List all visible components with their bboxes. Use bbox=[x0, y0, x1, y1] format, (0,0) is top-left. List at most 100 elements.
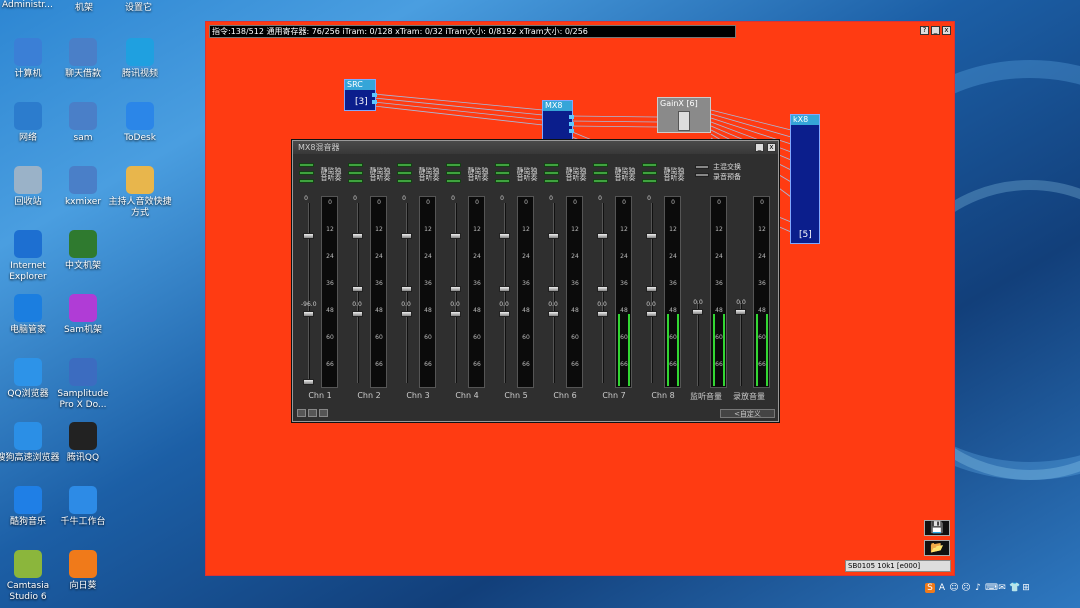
desktop-icon[interactable]: 主持人音效快捷方式 bbox=[107, 166, 173, 219]
desktop-icon[interactable]: 千牛工作台 bbox=[50, 486, 116, 528]
fader-knob[interactable] bbox=[401, 311, 412, 317]
desktop-icon[interactable]: Sam机架 bbox=[50, 294, 116, 336]
channel-toggle[interactable] bbox=[642, 171, 657, 175]
fader-track[interactable] bbox=[357, 203, 359, 383]
desktop-icon[interactable]: 向日葵 bbox=[50, 550, 116, 592]
channel-toggle[interactable] bbox=[593, 179, 608, 183]
master-fader-knob[interactable] bbox=[692, 309, 703, 315]
fader-track[interactable] bbox=[455, 203, 457, 383]
fader-knob[interactable] bbox=[499, 311, 510, 317]
channel-toggle[interactable] bbox=[299, 179, 314, 183]
mascot-icon bbox=[126, 166, 154, 194]
meter-tick: 60 bbox=[326, 334, 334, 341]
channel-toggle[interactable] bbox=[642, 163, 657, 167]
fader-knob[interactable] bbox=[499, 286, 510, 292]
mixer-close-button[interactable]: x bbox=[767, 143, 776, 152]
tool-button[interactable] bbox=[319, 409, 328, 417]
fader-knob[interactable] bbox=[450, 311, 461, 317]
kx8-node[interactable]: kX8 [5] bbox=[790, 114, 820, 244]
gainx-fader[interactable] bbox=[678, 111, 690, 131]
mx8-node[interactable]: MX8 bbox=[542, 100, 574, 142]
fader-track[interactable] bbox=[651, 203, 653, 383]
channel-toggle[interactable] bbox=[446, 163, 461, 167]
channel-toggle[interactable] bbox=[495, 179, 510, 183]
fader-knob[interactable] bbox=[303, 311, 314, 317]
fader-knob[interactable] bbox=[401, 233, 412, 239]
channel-toggle[interactable] bbox=[397, 171, 412, 175]
channel-toggle[interactable] bbox=[348, 171, 363, 175]
fader-knob[interactable] bbox=[548, 311, 559, 317]
fader-knob[interactable] bbox=[646, 286, 657, 292]
channel-toggle[interactable] bbox=[593, 163, 608, 167]
channel-toggle[interactable] bbox=[446, 179, 461, 183]
fader-track[interactable] bbox=[553, 203, 555, 383]
sunflower-icon bbox=[69, 550, 97, 578]
fader-knob[interactable] bbox=[597, 286, 608, 292]
fader-track[interactable] bbox=[602, 203, 604, 383]
channel-toggle[interactable] bbox=[446, 171, 461, 175]
tray-icon[interactable]: ⌨ bbox=[985, 583, 998, 593]
channel-toggle[interactable] bbox=[544, 163, 559, 167]
channel-toggle[interactable] bbox=[495, 163, 510, 167]
custom-button[interactable]: <自定义 bbox=[720, 409, 775, 418]
fader-knob[interactable] bbox=[548, 233, 559, 239]
save-icon[interactable]: 💾 bbox=[924, 520, 950, 536]
tray-icon[interactable]: ☹ bbox=[961, 583, 971, 593]
desktop-icon[interactable]: 中文机架 bbox=[50, 230, 116, 272]
level-meter: 0 12 24 36 48 60 66 bbox=[321, 196, 338, 388]
todesk-icon bbox=[126, 102, 154, 130]
fader-knob[interactable] bbox=[303, 233, 314, 239]
fader-knob[interactable] bbox=[352, 233, 363, 239]
tray-icon[interactable]: A bbox=[937, 583, 947, 593]
gainx-node[interactable]: GainX [6] bbox=[657, 97, 711, 133]
fader-knob[interactable] bbox=[450, 286, 461, 292]
fader-track[interactable] bbox=[504, 203, 506, 383]
mixer-minimize-button[interactable]: _ bbox=[755, 143, 764, 152]
fader-knob[interactable] bbox=[548, 286, 559, 292]
channel-toggle[interactable] bbox=[348, 179, 363, 183]
channel-toggle[interactable] bbox=[348, 163, 363, 167]
fader-knob[interactable] bbox=[303, 379, 314, 385]
tool-button[interactable] bbox=[297, 409, 306, 417]
tray-icon[interactable]: 👕 bbox=[1009, 583, 1020, 593]
master-swap-toggle[interactable] bbox=[695, 165, 709, 169]
meter-level-bar bbox=[667, 314, 669, 386]
channel-toggle[interactable] bbox=[544, 171, 559, 175]
channel-toggle[interactable] bbox=[397, 179, 412, 183]
channel-toggle[interactable] bbox=[299, 163, 314, 167]
record-ready-toggle[interactable] bbox=[695, 173, 709, 177]
desktop-icon[interactable]: 腾讯QQ bbox=[50, 422, 116, 464]
fader-knob[interactable] bbox=[597, 311, 608, 317]
master-fader-knob[interactable] bbox=[735, 309, 746, 315]
fader-knob[interactable] bbox=[499, 233, 510, 239]
desktop-icon[interactable]: 腾讯视频 bbox=[107, 38, 173, 80]
tray-icon[interactable]: ☺ bbox=[949, 583, 959, 593]
fader-knob[interactable] bbox=[352, 286, 363, 292]
channel-toggle[interactable] bbox=[495, 171, 510, 175]
src-node[interactable]: SRC [3] bbox=[344, 79, 377, 111]
fader-knob[interactable] bbox=[450, 233, 461, 239]
tray-icon[interactable]: ⊞ bbox=[1021, 583, 1031, 593]
channel-toggle[interactable] bbox=[299, 171, 314, 175]
tray-icon[interactable]: ♪ bbox=[973, 583, 983, 593]
fader-track[interactable] bbox=[406, 203, 408, 383]
fader-knob[interactable] bbox=[597, 233, 608, 239]
channel-button-label: 独奏 bbox=[432, 167, 440, 181]
fader-knob[interactable] bbox=[352, 311, 363, 317]
open-folder-icon[interactable]: 📂 bbox=[924, 540, 950, 556]
master-level: 0.0 bbox=[693, 299, 703, 306]
channel-toggle[interactable] bbox=[544, 179, 559, 183]
fader-knob[interactable] bbox=[646, 233, 657, 239]
channel-toggle[interactable] bbox=[642, 179, 657, 183]
channel-toggle[interactable] bbox=[397, 163, 412, 167]
tray-icon[interactable]: S bbox=[925, 583, 935, 593]
tray-icon[interactable]: ✉ bbox=[997, 583, 1007, 593]
fader-knob[interactable] bbox=[646, 311, 657, 317]
tool-button[interactable] bbox=[308, 409, 317, 417]
desktop-icon[interactable]: Samplitude Pro X Do... bbox=[50, 358, 116, 411]
desktop-icon-label: 千牛工作台 bbox=[60, 517, 106, 527]
channel-toggle[interactable] bbox=[593, 171, 608, 175]
fader-knob[interactable] bbox=[401, 286, 412, 292]
desktop-icon[interactable]: ToDesk bbox=[107, 102, 173, 144]
fader-track[interactable] bbox=[308, 203, 310, 383]
